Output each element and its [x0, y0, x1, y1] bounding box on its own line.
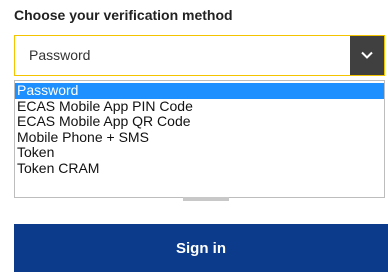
verification-form: Choose your verification method Password…: [0, 0, 388, 272]
verification-method-options: Password ECAS Mobile App PIN Code ECAS M…: [14, 80, 385, 198]
option-mobile-sms[interactable]: Mobile Phone + SMS: [15, 129, 384, 146]
partially-hidden-element: [183, 197, 229, 201]
select-current-value: Password: [29, 47, 91, 63]
verification-method-select[interactable]: Password: [14, 35, 385, 76]
select-toggle-button[interactable]: [350, 36, 384, 75]
option-ecas-qr[interactable]: ECAS Mobile App QR Code: [15, 113, 384, 130]
option-token[interactable]: Token: [15, 144, 384, 161]
option-ecas-pin[interactable]: ECAS Mobile App PIN Code: [15, 98, 384, 115]
option-token-cram[interactable]: Token CRAM: [15, 160, 384, 177]
chevron-down-icon: [361, 51, 373, 59]
sign-in-button[interactable]: Sign in: [14, 224, 388, 272]
verification-method-heading: Choose your verification method: [14, 7, 233, 23]
option-password[interactable]: Password: [15, 82, 384, 99]
